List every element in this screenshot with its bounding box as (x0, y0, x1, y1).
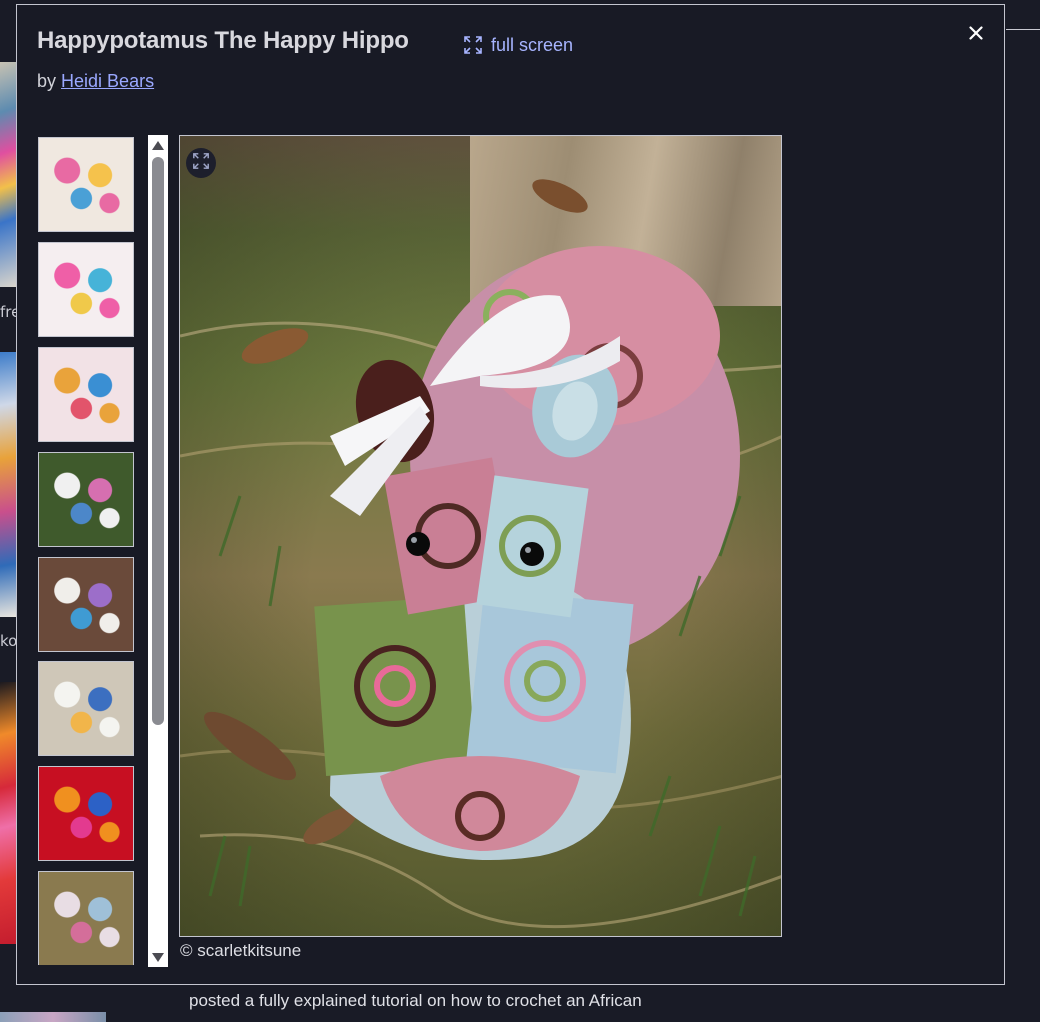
close-icon (969, 25, 983, 45)
background-thumbnail (0, 682, 16, 944)
thumbnail-1[interactable] (38, 137, 134, 232)
photo-credit: © scarletkitsune (180, 941, 302, 960)
thumbnail-6[interactable] (38, 661, 134, 756)
thumbnail-8[interactable] (38, 871, 134, 965)
pattern-photo-modal: Happypotamus The Happy Hippo full screen… (16, 4, 1005, 985)
background-thumbnail (0, 352, 16, 617)
hippo-photo-illustration (180, 179, 781, 929)
expand-icon (192, 152, 210, 175)
byline: by Heidi Bears (37, 71, 154, 92)
background-thumbnail (0, 62, 16, 287)
scroll-down-arrow-icon[interactable] (152, 953, 164, 962)
expand-icon (463, 35, 483, 55)
byline-prefix: by (37, 71, 57, 91)
close-button[interactable] (964, 23, 988, 47)
modal-title: Happypotamus The Happy Hippo (37, 27, 409, 54)
expand-image-button[interactable] (186, 148, 216, 178)
author-link[interactable]: Heidi Bears (61, 71, 154, 91)
background-paragraph: posted a fully explained tutorial on how… (189, 991, 642, 1010)
background-text: ko (0, 632, 18, 650)
thumbnail-strip (38, 137, 135, 965)
thumbnail-4[interactable] (38, 452, 134, 547)
background-thumbnail (0, 1012, 106, 1022)
scroll-up-arrow-icon[interactable] (152, 141, 164, 150)
thumbnail-7[interactable] (38, 766, 134, 861)
scrollbar-thumb[interactable] (152, 157, 164, 725)
full-screen-button[interactable]: full screen (463, 32, 573, 58)
full-screen-label: full screen (491, 34, 574, 55)
thumbnail-scrollbar[interactable] (148, 135, 168, 967)
thumbnail-2[interactable] (38, 242, 134, 337)
thumbnail-3[interactable] (38, 347, 134, 442)
background-divider (1006, 29, 1040, 30)
main-photo[interactable] (179, 135, 782, 937)
thumbnail-5[interactable] (38, 557, 134, 652)
